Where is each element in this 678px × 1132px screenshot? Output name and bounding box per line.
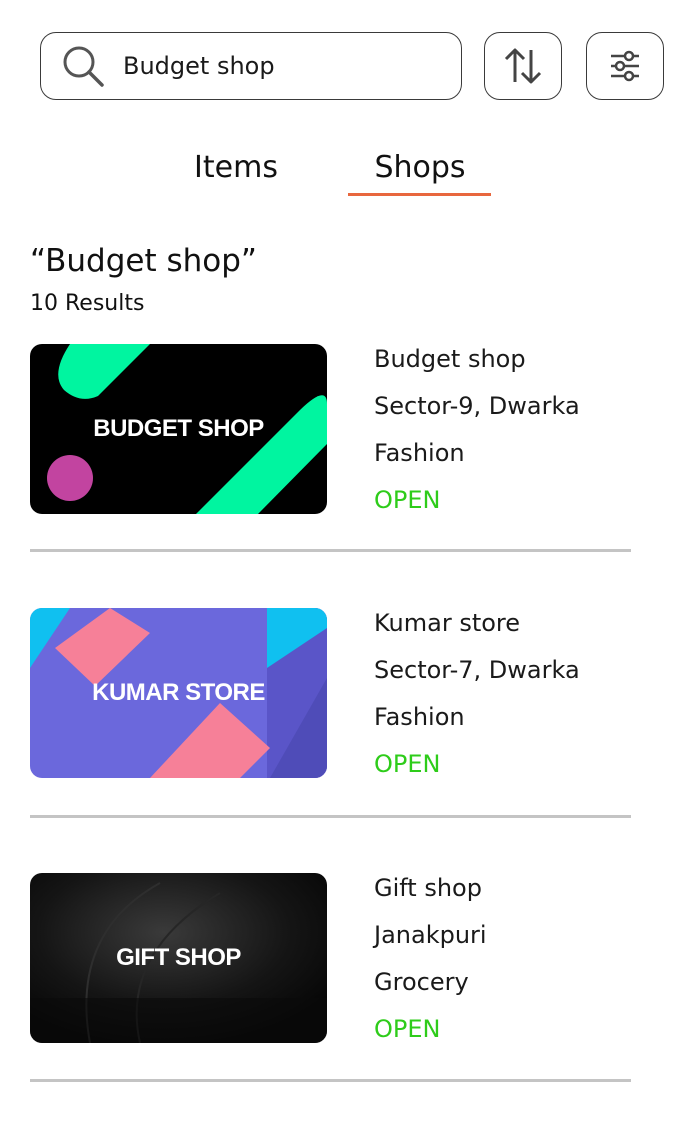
shop-name: Gift shop (374, 874, 482, 902)
tab-items[interactable]: Items (176, 150, 296, 185)
shop-thumbnail[interactable]: GIFT SHOP (30, 873, 327, 1043)
shop-category: Fashion (374, 439, 465, 467)
shop-card[interactable]: KUMAR STORE Kumar store Sector-7, Dwarka… (0, 608, 678, 848)
shop-thumbnail-label: BUDGET SHOP (93, 415, 264, 442)
search-icon (63, 46, 104, 87)
shop-card[interactable]: BUDGET SHOP Budget shop Sector-9, Dwarka… (0, 344, 678, 584)
shop-thumbnail-label: KUMAR STORE (92, 679, 265, 706)
sort-button[interactable] (484, 32, 562, 100)
shop-info: Budget shop Sector-9, Dwarka Fashion OPE… (374, 344, 580, 532)
divider (30, 815, 631, 818)
shop-category: Fashion (374, 703, 465, 731)
shop-location: Sector-7, Dwarka (374, 656, 580, 684)
shop-location: Janakpuri (374, 921, 487, 949)
shop-info: Gift shop Janakpuri Grocery OPEN (374, 873, 487, 1061)
shop-status: OPEN (374, 750, 441, 778)
shop-location: Sector-9, Dwarka (374, 392, 580, 420)
results-count: 10 Results (30, 291, 145, 316)
shop-thumbnail-label: GIFT SHOP (116, 944, 241, 971)
shop-thumbnail[interactable]: BUDGET SHOP (30, 344, 327, 514)
shop-status: OPEN (374, 486, 441, 514)
search-bar[interactable] (40, 32, 462, 100)
shop-category: Grocery (374, 968, 469, 996)
shop-info: Kumar store Sector-7, Dwarka Fashion OPE… (374, 608, 580, 796)
shop-status: OPEN (374, 1015, 441, 1043)
divider (30, 549, 631, 552)
shop-thumbnail[interactable]: KUMAR STORE (30, 608, 327, 778)
sort-up-down-icon (504, 48, 542, 84)
tab-shops[interactable]: Shops (350, 150, 490, 185)
divider (30, 1079, 631, 1082)
tab-bar: Items Shops (0, 150, 678, 200)
shop-card[interactable]: GIFT SHOP Gift shop Janakpuri Grocery OP… (0, 873, 678, 1113)
shop-name: Budget shop (374, 345, 526, 373)
shop-name: Kumar store (374, 609, 521, 637)
filter-sliders-icon (611, 50, 639, 82)
filter-button[interactable] (586, 32, 664, 100)
search-input[interactable] (123, 46, 423, 86)
results-query-title: “Budget shop” (30, 243, 257, 279)
active-tab-indicator (348, 193, 491, 196)
